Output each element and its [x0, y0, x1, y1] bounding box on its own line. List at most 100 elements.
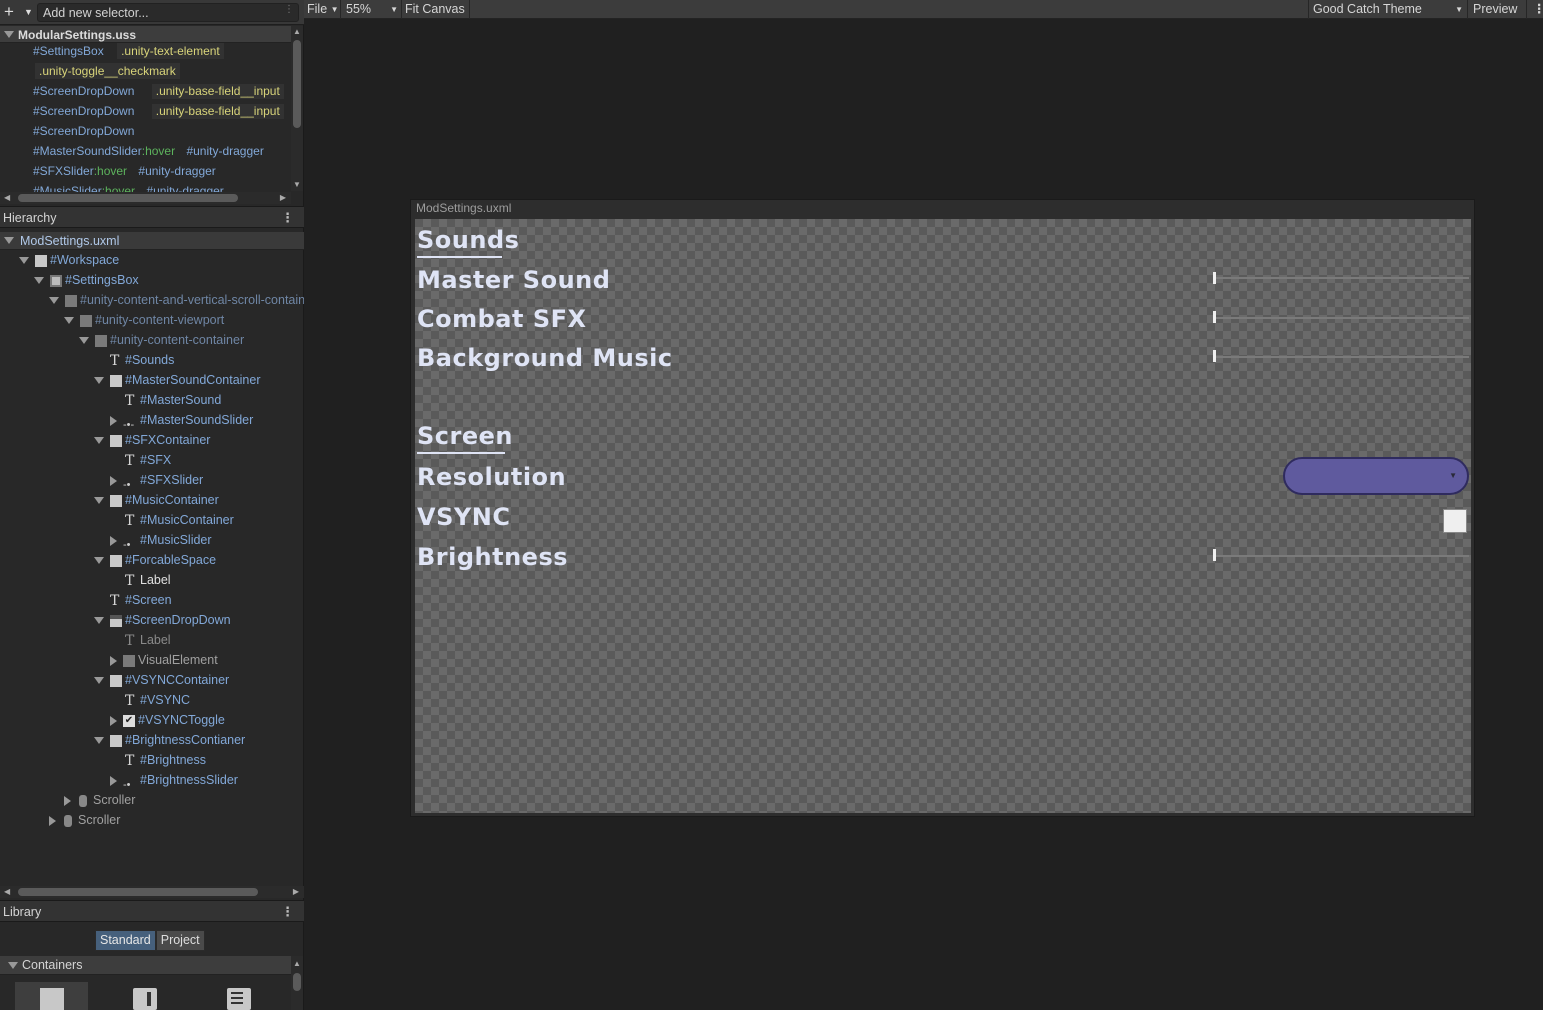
- brightness-slider-track[interactable]: [1215, 555, 1469, 557]
- foldout-expanded-icon[interactable]: [19, 257, 29, 265]
- tree-item[interactable]: Scroller: [49, 810, 120, 830]
- library-item-visual-element[interactable]: [15, 982, 88, 1010]
- tree-item[interactable]: Scroller: [64, 790, 135, 810]
- more-options-icon[interactable]: ⋮: [281, 211, 294, 224]
- tree-item[interactable]: #unity-content-container: [79, 330, 244, 350]
- selector-input[interactable]: Add new selector... ⋮: [37, 3, 299, 22]
- tree-item[interactable]: #VSYNCContainer: [94, 670, 229, 690]
- selectors-horizontal-scrollbar[interactable]: ◀ ▶: [0, 192, 291, 204]
- foldout-expanded-icon[interactable]: [64, 317, 74, 325]
- library-item-scrollview-icon[interactable]: [133, 988, 157, 1010]
- foldout-collapsed-icon[interactable]: [110, 655, 117, 666]
- selector-row[interactable]: #ScreenDropDown .unity-base-field__input: [33, 84, 291, 104]
- combat-sfx-slider-handle[interactable]: [1213, 311, 1216, 323]
- zoom-dropdown[interactable]: 55% ▼: [343, 0, 401, 19]
- tree-item[interactable]: #BrightnessContianer: [94, 730, 245, 750]
- master-sound-slider-track[interactable]: [1215, 277, 1469, 279]
- tree-item[interactable]: T #MasterSound: [125, 390, 221, 410]
- vsync-toggle[interactable]: [1443, 509, 1467, 533]
- tree-item[interactable]: T #Sounds: [110, 350, 174, 370]
- file-menu[interactable]: File ▼: [304, 0, 342, 19]
- scroll-left-icon[interactable]: ◀: [4, 887, 10, 896]
- foldout-expanded-icon[interactable]: [94, 497, 104, 505]
- stylesheet-header[interactable]: ModularSettings.uss: [0, 26, 291, 43]
- foldout-expanded-icon[interactable]: [4, 31, 14, 38]
- tree-item[interactable]: -• #BrightnessSlider: [110, 770, 238, 791]
- foldout-expanded-icon[interactable]: [94, 617, 104, 625]
- resolution-dropdown[interactable]: ▼: [1283, 457, 1469, 495]
- selector-row[interactable]: #ScreenDropDown .unity-base-field__input: [33, 104, 291, 124]
- scrollbar-thumb[interactable]: [293, 973, 301, 991]
- scroll-right-icon[interactable]: ▶: [293, 887, 299, 896]
- tab-standard[interactable]: Standard: [95, 930, 156, 951]
- selector-row[interactable]: #MasterSoundSlider:hover #unity-dragger: [33, 144, 291, 164]
- tree-item[interactable]: -•- #MasterSoundSlider: [110, 410, 253, 431]
- scroll-right-icon[interactable]: ▶: [280, 193, 286, 202]
- background-music-slider-track[interactable]: [1215, 356, 1469, 358]
- tree-item[interactable]: #unity-content-viewport: [64, 310, 224, 330]
- master-sound-slider-handle[interactable]: [1213, 272, 1216, 284]
- tree-item[interactable]: #ScreenDropDown: [94, 610, 231, 630]
- preview-button[interactable]: Preview: [1470, 0, 1520, 19]
- theme-dropdown[interactable]: Good Catch Theme ▼: [1310, 0, 1467, 19]
- selector-row[interactable]: #MusicSlider:hover #unity-dragger: [33, 184, 291, 192]
- tree-item[interactable]: #Workspace: [19, 250, 119, 270]
- tree-item[interactable]: VisualElement: [110, 650, 218, 670]
- tree-item[interactable]: T #SFX: [125, 450, 171, 470]
- fit-canvas-button[interactable]: Fit Canvas: [402, 0, 468, 19]
- foldout-expanded-icon[interactable]: [4, 237, 14, 244]
- tree-item[interactable]: #SFXContainer: [94, 430, 210, 450]
- tree-item[interactable]: #SettingsBox: [34, 270, 139, 290]
- foldout-collapsed-icon[interactable]: [110, 415, 117, 426]
- tree-item[interactable]: T #Brightness: [125, 750, 206, 770]
- combat-sfx-slider-track[interactable]: [1215, 317, 1469, 319]
- tree-item[interactable]: T Label: [125, 570, 171, 590]
- foldout-collapsed-icon[interactable]: [49, 815, 56, 826]
- tree-item[interactable]: T Label: [125, 630, 171, 650]
- selector-row[interactable]: #SettingsBox .unity-text-element: [33, 43, 324, 64]
- scroll-left-icon[interactable]: ◀: [4, 193, 10, 202]
- foldout-expanded-icon[interactable]: [94, 437, 104, 445]
- tree-item[interactable]: #MasterSoundContainer: [94, 370, 261, 390]
- tree-item[interactable]: #MusicContainer: [94, 490, 219, 510]
- selectors-vertical-scrollbar[interactable]: ▲ ▼: [291, 26, 303, 191]
- foldout-collapsed-icon[interactable]: [110, 715, 117, 726]
- tree-item[interactable]: T #VSYNC: [125, 690, 190, 710]
- foldout-collapsed-icon[interactable]: [64, 795, 71, 806]
- scroll-up-icon[interactable]: ▲: [293, 27, 301, 36]
- hierarchy-root-row[interactable]: ModSettings.uxml: [0, 232, 304, 250]
- foldout-expanded-icon[interactable]: [94, 557, 104, 565]
- more-options-icon[interactable]: ⋮: [281, 905, 294, 918]
- library-item-listview-icon[interactable]: [227, 988, 251, 1010]
- scroll-up-icon[interactable]: ▲: [293, 959, 301, 968]
- more-options-icon[interactable]: ⋮: [1530, 0, 1543, 19]
- scrollbar-thumb[interactable]: [18, 194, 238, 202]
- scroll-down-icon[interactable]: ▼: [293, 180, 301, 189]
- tree-item[interactable]: ✔ #VSYNCToggle: [110, 710, 225, 730]
- background-music-slider-handle[interactable]: [1213, 350, 1216, 362]
- foldout-expanded-icon[interactable]: [79, 337, 89, 345]
- containers-foldout[interactable]: Containers: [0, 956, 291, 975]
- foldout-expanded-icon[interactable]: [34, 277, 44, 285]
- hierarchy-horizontal-scrollbar[interactable]: ◀ ▶: [0, 886, 304, 898]
- selector-row[interactable]: #SFXSlider:hover #unity-dragger: [33, 164, 291, 184]
- brightness-slider-handle[interactable]: [1213, 549, 1216, 561]
- tree-item[interactable]: #unity-content-and-vertical-scroll-conta…: [49, 290, 304, 310]
- foldout-expanded-icon[interactable]: [94, 737, 104, 745]
- foldout-expanded-icon[interactable]: [94, 677, 104, 685]
- scrollbar-thumb[interactable]: [18, 888, 258, 896]
- add-selector-button[interactable]: + ▼: [4, 3, 34, 22]
- foldout-collapsed-icon[interactable]: [110, 775, 117, 786]
- foldout-collapsed-icon[interactable]: [110, 475, 117, 486]
- library-vertical-scrollbar[interactable]: ▲: [291, 956, 303, 1010]
- scrollbar-thumb[interactable]: [293, 40, 301, 128]
- selector-row[interactable]: #ScreenDropDown: [33, 124, 324, 144]
- tree-item[interactable]: -• #SFXSlider: [110, 470, 203, 491]
- selector-row[interactable]: .unity-toggle__checkmark: [35, 63, 326, 84]
- foldout-expanded-icon[interactable]: [94, 377, 104, 385]
- foldout-collapsed-icon[interactable]: [110, 535, 117, 546]
- tab-project[interactable]: Project: [155, 930, 205, 951]
- foldout-expanded-icon[interactable]: [49, 297, 59, 305]
- tree-item[interactable]: #ForcableSpace: [94, 550, 216, 570]
- field-options-icon[interactable]: ⋮: [284, 4, 294, 15]
